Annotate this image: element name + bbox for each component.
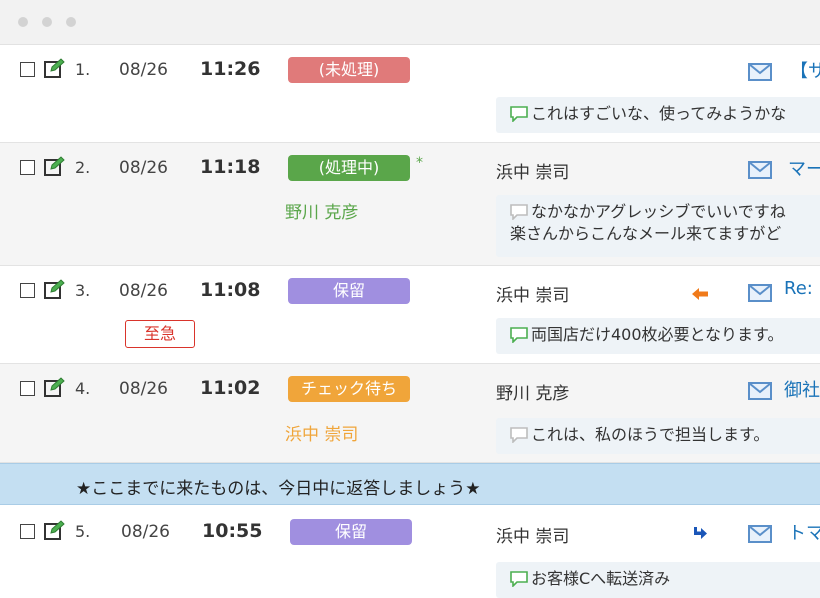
preview-text: お客様Cへ転送済み: [531, 569, 671, 588]
message-preview[interactable]: なかなかアグレッシブでいいですね 楽さんからこんなメール来てますがど: [496, 195, 820, 257]
row-date: 08/26: [121, 522, 170, 542]
table-row[interactable]: 5. 08/26 10:55 保留 浜中 崇司 トマ お客様Cへ転送済み: [0, 506, 820, 598]
mail-subject-link[interactable]: Re:: [784, 278, 813, 299]
row-time: 11:08: [200, 279, 261, 301]
status-badge[interactable]: (処理中): [288, 155, 410, 181]
row-time: 10:55: [202, 520, 263, 542]
window-close-button[interactable]: [18, 17, 28, 27]
mail-icon: [748, 161, 772, 179]
window-maximize-button[interactable]: [66, 17, 76, 27]
mail-icon: [748, 284, 772, 302]
row-date: 08/26: [119, 379, 168, 399]
notice-text: ★ここまでに来たものは、今日中に返答しましょう★: [76, 479, 481, 499]
row-number: 3.: [75, 281, 91, 300]
row-time: 11:26: [200, 58, 261, 80]
message-preview[interactable]: これは、私のほうで担当します。: [496, 418, 820, 454]
mail-icon: [748, 382, 772, 400]
window-minimize-button[interactable]: [42, 17, 52, 27]
notice-bar: ★ここまでに来たものは、今日中に返答しましょう★: [0, 463, 820, 505]
comment-icon: [510, 327, 528, 343]
table-row[interactable]: 3. 08/26 11:08 保留 至急 浜中 崇司 Re: 両国店だけ400枚…: [0, 266, 820, 364]
forward-arrow-icon: [694, 527, 707, 539]
row-time: 11:18: [200, 156, 261, 178]
window-titlebar: [0, 0, 820, 45]
edit-icon[interactable]: [43, 519, 65, 541]
edit-icon[interactable]: [43, 57, 65, 79]
comment-icon: [510, 427, 528, 443]
edit-icon[interactable]: [43, 376, 65, 398]
mail-icon: [748, 63, 772, 81]
edit-icon[interactable]: [43, 278, 65, 300]
status-badge[interactable]: 保留: [290, 519, 412, 545]
user-name: 浜中 崇司: [496, 286, 570, 306]
status-badge[interactable]: チェック待ち: [288, 376, 410, 402]
preview-text: 両国店だけ400枚必要となります。: [531, 325, 784, 344]
comment-icon: [510, 106, 528, 122]
row-checkbox[interactable]: [20, 283, 35, 298]
preview-text: これは、私のほうで担当します。: [531, 425, 770, 444]
comment-icon: [510, 204, 528, 220]
modified-star: *: [416, 155, 423, 171]
table-row[interactable]: 4. 08/26 11:02 チェック待ち 浜中 崇司 野川 克彦 御社 これは…: [0, 364, 820, 463]
row-time: 11:02: [200, 377, 261, 399]
row-number: 5.: [75, 522, 91, 541]
message-preview[interactable]: 両国店だけ400枚必要となります。: [496, 318, 820, 354]
status-badge[interactable]: 保留: [288, 278, 410, 304]
user-name: 浜中 崇司: [496, 163, 570, 183]
message-preview[interactable]: お客様Cへ転送済み: [496, 562, 820, 598]
preview-text: 楽さんからこんなメール来てますがど: [510, 224, 782, 243]
table-row[interactable]: 2. 08/26 11:18 (処理中) * 野川 克彦 浜中 崇司 マー なか…: [0, 143, 820, 266]
assignee-name[interactable]: 野川 克彦: [285, 198, 358, 223]
comment-icon: [510, 571, 528, 587]
row-date: 08/26: [119, 281, 168, 301]
preview-text: これはすごいな、使ってみようかな: [531, 104, 787, 123]
mail-subject-link[interactable]: 【サ: [790, 57, 820, 83]
row-number: 2.: [75, 158, 91, 177]
status-badge[interactable]: (未処理): [288, 57, 410, 83]
row-checkbox[interactable]: [20, 62, 35, 77]
mail-subject-link[interactable]: マー: [788, 155, 820, 181]
table-row[interactable]: 1. 08/26 11:26 (未処理) 【サ これはすごいな、使ってみようかな: [0, 45, 820, 143]
assignee-name[interactable]: 浜中 崇司: [285, 420, 358, 445]
row-number: 4.: [75, 379, 91, 398]
row-date: 08/26: [119, 60, 168, 80]
row-number: 1.: [75, 60, 91, 79]
user-name: 野川 克彦: [496, 384, 570, 404]
mail-icon: [748, 525, 772, 543]
urgent-badge: 至急: [125, 320, 195, 348]
preview-text: なかなかアグレッシブでいいですね: [531, 202, 786, 221]
mail-subject-link[interactable]: 御社: [784, 376, 820, 402]
mail-subject-link[interactable]: トマ: [788, 519, 820, 545]
row-date: 08/26: [119, 158, 168, 178]
user-name: 浜中 崇司: [496, 527, 570, 547]
edit-icon[interactable]: [43, 155, 65, 177]
message-preview[interactable]: これはすごいな、使ってみようかな: [496, 97, 820, 133]
row-checkbox[interactable]: [20, 160, 35, 175]
row-checkbox[interactable]: [20, 524, 35, 539]
reply-arrow-icon: [692, 288, 708, 300]
row-checkbox[interactable]: [20, 381, 35, 396]
